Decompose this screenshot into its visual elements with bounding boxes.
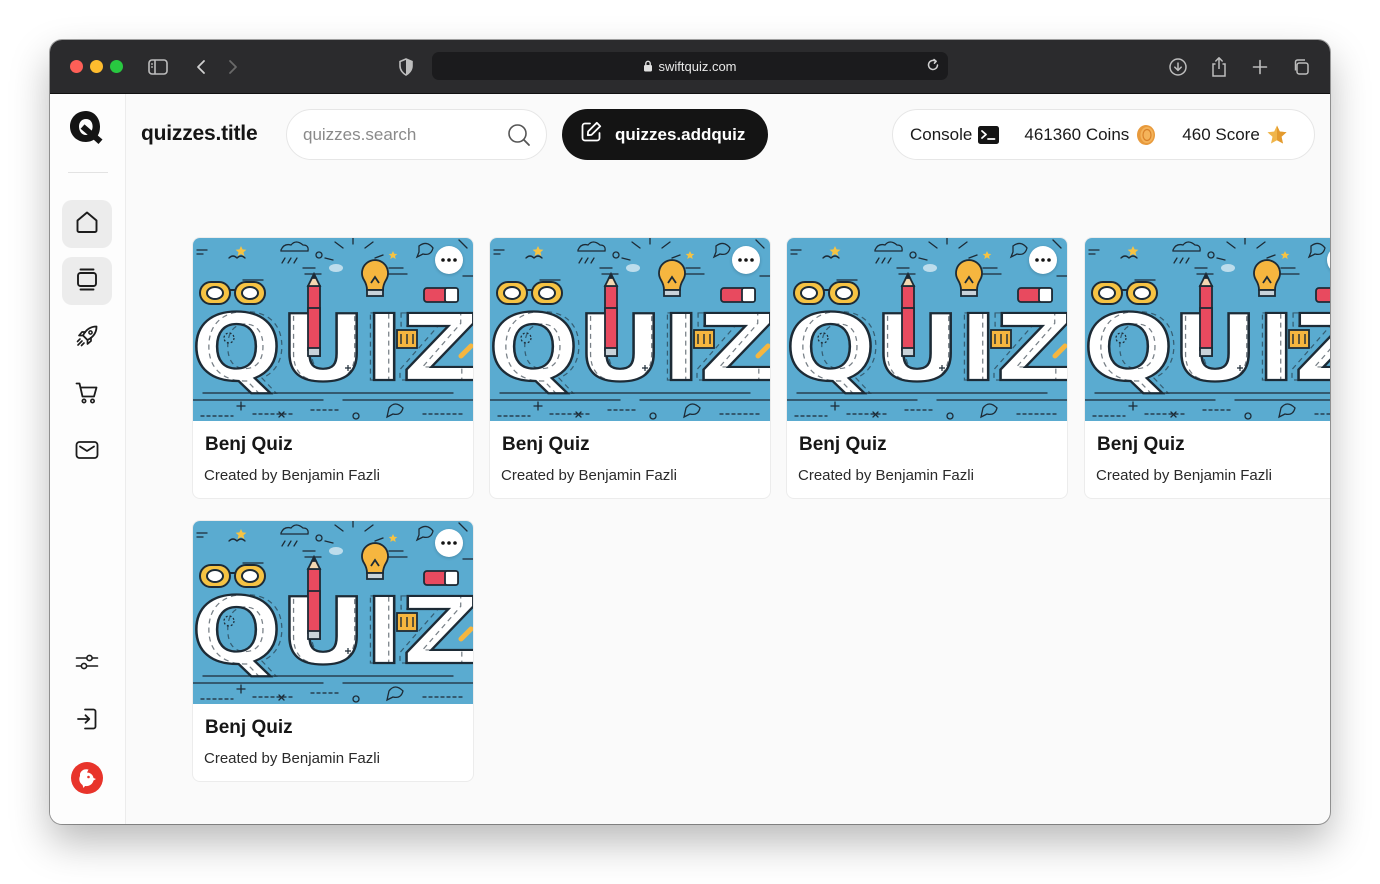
more-options-icon[interactable] [435,246,463,274]
user-stats-bar: Console 461360 Coins 460 Score [892,109,1315,160]
quiz-card[interactable]: QUIZQUIZ Benj Quiz Created by Benjamin F… [786,237,1068,499]
quiz-author: Created by Benjamin Fazli [204,467,380,484]
coins-label: 461360 Coins [1024,124,1130,144]
reload-icon[interactable] [926,58,940,75]
score-label: 460 Score [1182,124,1260,144]
mail-icon [74,437,100,467]
minimize-window-button[interactable] [90,60,103,73]
console-link[interactable]: Console [910,124,1000,145]
sidebar-item-messages[interactable] [62,428,112,476]
quiz-author: Created by Benjamin Fazli [204,750,380,767]
quiz-author: Created by Benjamin Fazli [1096,467,1272,484]
quiz-title: Benj Quiz [1097,434,1185,455]
browser-window: swiftquiz.com quizzes.title quizzes.sear… [50,40,1330,824]
more-options-icon[interactable] [435,529,463,557]
sidebar-item-shop[interactable] [62,371,112,419]
sidebar-item-home[interactable] [62,200,112,248]
address-bar[interactable]: swiftquiz.com [432,52,948,80]
sidebar-item-settings[interactable] [62,640,112,688]
quiz-thumbnail: QUIZQUIZ [193,238,473,421]
user-avatar-button[interactable] [62,756,112,804]
search-box[interactable] [286,109,547,160]
quiz-card[interactable]: QUIZQUIZ Benj Quiz Created by Benjamin F… [1084,237,1330,499]
new-tab-icon[interactable] [1247,54,1273,80]
forward-icon[interactable] [220,54,246,80]
quiz-card[interactable]: QUIZQUIZ Benj Quiz Created by Benjamin F… [192,520,474,782]
coin-icon [1135,124,1157,146]
download-icon[interactable] [1165,54,1191,80]
quiz-thumbnail: QUIZQUIZ [490,238,770,421]
zoom-window-button[interactable] [110,60,123,73]
home-icon [74,209,100,239]
sliders-icon [74,649,100,679]
cart-icon [74,380,100,410]
svg-text:QUIZ: QUIZ [204,295,464,402]
lock-icon [643,60,653,72]
add-quiz-label: quizzes.addquiz [615,124,746,144]
quizzes-icon [74,266,100,296]
quiz-card[interactable]: QUIZQUIZ Benj Quiz Created by Benjamin F… [489,237,771,499]
sidebar-item-logout[interactable] [62,697,112,745]
shield-icon[interactable] [393,54,419,80]
quiz-thumbnail: QUIZQUIZ [787,238,1067,421]
back-icon[interactable] [188,54,214,80]
sidebar-item-rocket[interactable] [62,314,112,362]
coins-counter: 461360 Coins [1024,124,1157,146]
share-icon[interactable] [1206,54,1232,80]
sidebar-item-quizzes[interactable] [62,257,112,305]
tab-overview-icon[interactable] [1288,54,1314,80]
svg-text:QUIZ: QUIZ [204,578,464,685]
main-content: quizzes.title quizzes.addquiz Console 46… [126,94,1330,824]
browser-titlebar: swiftquiz.com [50,40,1330,94]
sidebar-toggle-icon[interactable] [145,54,171,80]
swiftquiz-logo[interactable] [67,108,105,146]
rocket-icon [74,323,100,353]
close-window-button[interactable] [70,60,83,73]
logout-icon [74,706,100,736]
console-label: Console [910,124,973,144]
svg-text:QUIZ: QUIZ [501,295,761,402]
url-text: swiftquiz.com [658,58,737,74]
quiz-thumbnail: QUIZQUIZ [1085,238,1330,421]
quiz-author: Created by Benjamin Fazli [501,467,677,484]
add-quiz-button[interactable]: quizzes.addquiz [562,109,768,160]
quiz-title: Benj Quiz [205,717,293,738]
score-counter: 460 Score [1182,124,1288,146]
page-title: quizzes.title [141,122,258,145]
quiz-title: Benj Quiz [799,434,887,455]
avatar [70,761,104,799]
search-icon[interactable] [506,122,532,152]
quiz-title: Benj Quiz [205,434,293,455]
app-sidebar [50,94,126,824]
more-options-icon[interactable] [732,246,760,274]
svg-text:QUIZ: QUIZ [798,295,1058,402]
more-options-icon[interactable] [1029,246,1057,274]
search-input[interactable] [303,123,493,147]
quiz-author: Created by Benjamin Fazli [798,467,974,484]
star-icon [1266,124,1288,146]
edit-icon [579,120,603,149]
terminal-icon [978,125,1000,144]
quiz-title: Benj Quiz [502,434,590,455]
quiz-card[interactable]: QUIZQUIZ Benj Quiz Created by Benjamin F… [192,237,474,499]
sidebar-divider [68,172,108,173]
quiz-thumbnail: QUIZQUIZ [193,521,473,704]
